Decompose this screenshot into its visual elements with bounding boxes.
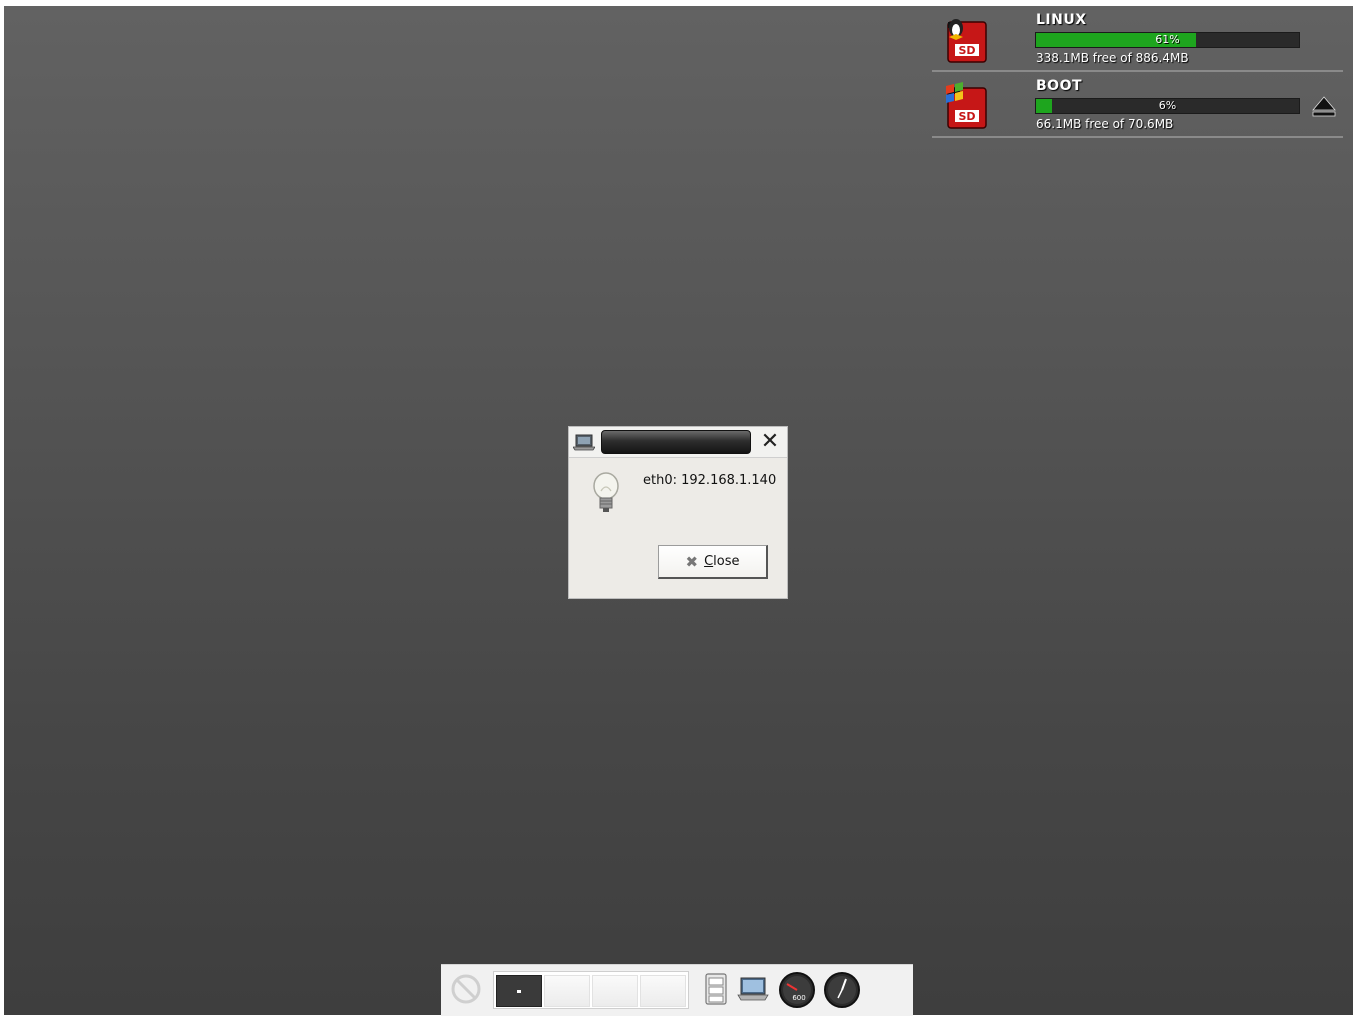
close-button-label: Close xyxy=(704,554,740,569)
usage-bar: 61% xyxy=(1035,32,1300,48)
network-info-dialog: ✕ eth0: 192.168.1.140 ✖ Close xyxy=(568,426,788,599)
drive-widget-linux[interactable]: SD LINUX 61% 338.1MB free of 886.4MB xyxy=(932,6,1343,72)
desktop-pager xyxy=(493,971,689,1009)
usage-percent: 61% xyxy=(1155,33,1180,46)
sd-card-windows-icon: SD xyxy=(946,82,987,129)
desktop-3[interactable] xyxy=(592,975,638,1007)
memory-gauge-icon[interactable] xyxy=(823,971,861,1009)
start-menu-icon[interactable] xyxy=(449,972,483,1006)
free-space-text: 338.1MB free of 886.4MB xyxy=(1036,51,1189,65)
svg-text:600: 600 xyxy=(792,994,805,1002)
desktop-4[interactable] xyxy=(640,975,686,1007)
drive-name: BOOT xyxy=(1036,78,1083,94)
svg-text:SD: SD xyxy=(958,110,975,123)
free-space-text: 66.1MB free of 70.6MB xyxy=(1036,117,1174,131)
drive-widget-boot[interactable]: SD BOOT 6% 66.1MB free of 70.6MB xyxy=(932,72,1343,138)
laptop-icon xyxy=(573,434,595,451)
close-icon: ✖ xyxy=(685,552,699,571)
desktop-2[interactable] xyxy=(544,975,590,1007)
close-icon[interactable]: ✕ xyxy=(757,430,783,454)
file-cabinet-icon[interactable] xyxy=(703,972,729,1006)
taskbar: 600 xyxy=(441,964,913,1016)
cpu-gauge-icon[interactable]: 600 xyxy=(778,971,816,1009)
ip-address-message: eth0: 192.168.1.140 xyxy=(643,473,777,488)
sd-card-linux-icon: SD xyxy=(947,19,987,63)
usage-percent: 6% xyxy=(1158,99,1177,112)
network-laptop-icon[interactable] xyxy=(737,972,769,1006)
lightbulb-icon xyxy=(593,472,619,512)
desktop-1[interactable] xyxy=(496,975,542,1007)
eject-icon[interactable] xyxy=(1312,94,1336,118)
svg-text:SD: SD xyxy=(958,44,975,57)
dialog-titlebar[interactable]: ✕ xyxy=(569,427,787,458)
title-bar-label xyxy=(601,430,751,454)
usage-bar: 6% xyxy=(1035,98,1300,114)
drive-name: LINUX xyxy=(1036,12,1087,28)
close-button[interactable]: ✖ Close xyxy=(658,545,768,579)
